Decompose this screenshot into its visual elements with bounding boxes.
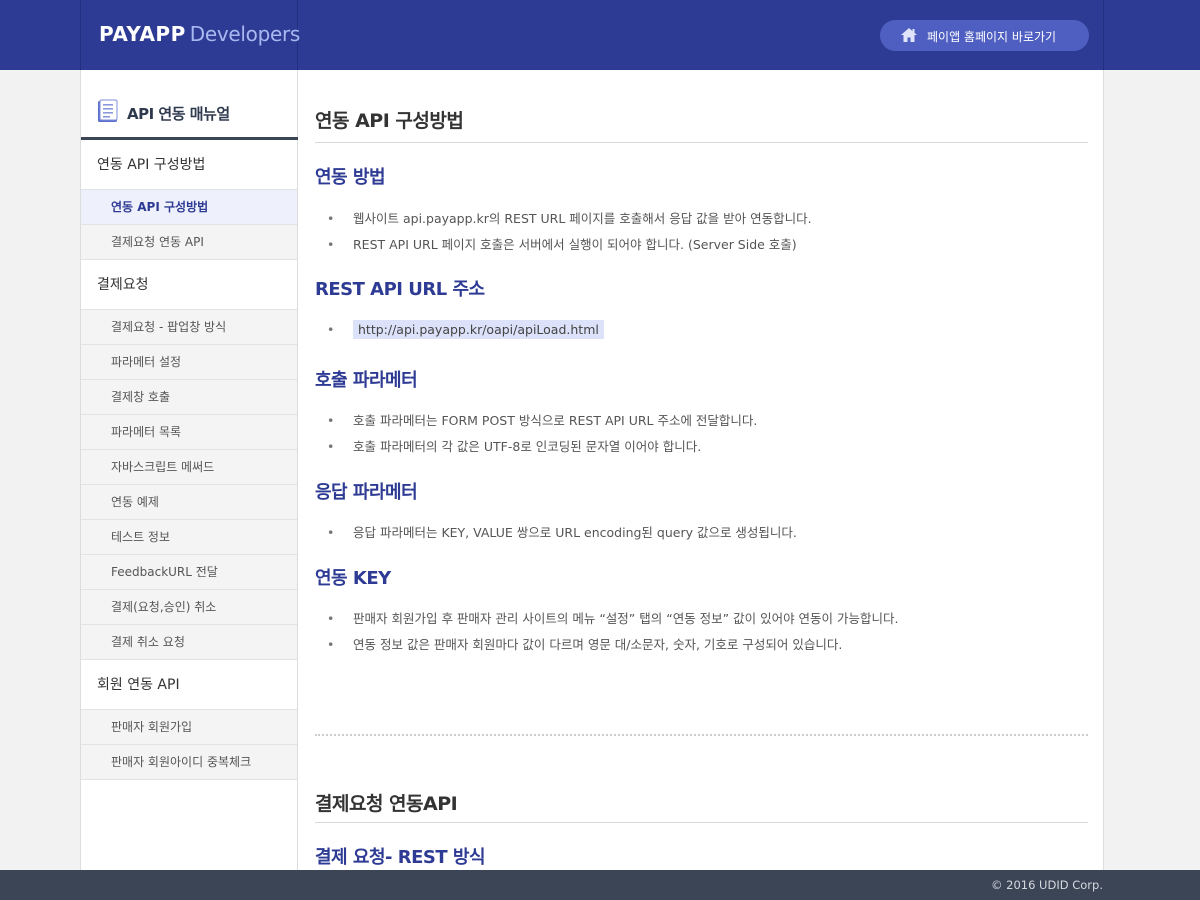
rest-api-url-link[interactable]: http://api.payapp.kr/oapi/apiLoad.html (353, 320, 604, 339)
sidebar-item-payment-window-call[interactable]: 결제창 호출 (81, 380, 297, 415)
logo-suffix: Developers (189, 22, 301, 46)
bullet-dot: • (327, 413, 335, 428)
list-item-text: 응답 파라메터는 KEY, VALUE 쌍으로 URL encoding된 qu… (353, 525, 797, 540)
section-heading-request-parameters: 호출 파라메터 (315, 370, 418, 391)
sidebar-item-parameter-settings[interactable]: 파라메터 설정 (81, 345, 297, 380)
bullet-dot: • (327, 322, 335, 337)
sidebar-item-payment-cancel-request[interactable]: 결제 취소 요청 (81, 625, 297, 660)
title-divider (315, 822, 1088, 823)
list-item: • 연동 정보 값은 판매자 회원마다 값이 다르며 영문 대/소문자, 숫자, … (327, 634, 842, 653)
list-item: • 응답 파라메터는 KEY, VALUE 쌍으로 URL encoding된 q… (327, 522, 797, 541)
sidebar-section-integration-api[interactable]: 연동 API 구성방법 (81, 140, 297, 190)
section-heading-integration-method: 연동 방법 (315, 167, 386, 188)
sidebar-item-payment-cancel[interactable]: 결제(요청,승인) 취소 (81, 590, 297, 625)
sidebar-item-integration-api-setup[interactable]: 연동 API 구성방법 (81, 190, 297, 225)
list-item: • http://api.payapp.kr/oapi/apiLoad.html (327, 320, 604, 339)
copyright-text: © 2016 UDID Corp. (990, 878, 1103, 892)
list-item-text: 호출 파라메터의 각 값은 UTF-8로 인코딩된 문자열 이어야 합니다. (353, 439, 702, 454)
list-item: • 호출 파라메터는 FORM POST 방식으로 REST API URL 주소… (327, 410, 757, 429)
bullet-dot: • (327, 237, 335, 252)
logo-brand: PAYAPP (99, 22, 186, 46)
home-button-label: 페이앱 홈페이지 바로가기 (927, 30, 1057, 44)
sidebar-item-test-info[interactable]: 테스트 정보 (81, 520, 297, 555)
sidebar: API 연동 매뉴얼 연동 API 구성방법 연동 API 구성방법 결제요청 … (81, 70, 298, 870)
payapp-developers-logo[interactable]: PAYAPP Developers (99, 22, 300, 46)
bullet-dot: • (327, 611, 335, 626)
bullet-dot: • (327, 211, 335, 226)
top-header: PAYAPP Developers 페이앱 홈페이지 바로가기 (0, 0, 1200, 70)
sidebar-item-seller-signup[interactable]: 판매자 회원가입 (81, 710, 297, 745)
footer: © 2016 UDID Corp. (0, 870, 1200, 900)
sidebar-item-seller-id-check[interactable]: 판매자 회원아이디 중복체크 (81, 745, 297, 780)
sidebar-section-member-api[interactable]: 회원 연동 API (81, 660, 297, 710)
title-divider (315, 142, 1088, 143)
section-heading-rest-api-url: REST API URL 주소 (315, 279, 485, 300)
list-item: • 판매자 회원가입 후 판매자 관리 사이트의 메뉴 “설정” 탭의 “연동 정… (327, 608, 899, 627)
bullet-dot: • (327, 439, 335, 454)
sidebar-item-feedbackurl[interactable]: FeedbackURL 전달 (81, 555, 297, 590)
sidebar-item-payment-request-api[interactable]: 결제요청 연동 API (81, 225, 297, 260)
header-inner: PAYAPP Developers 페이앱 홈페이지 바로가기 (80, 0, 1104, 70)
sidebar-title-label: API 연동 매뉴얼 (127, 105, 230, 123)
list-item: • 호출 파라메터의 각 값은 UTF-8로 인코딩된 문자열 이어야 합니다. (327, 436, 701, 455)
section-title-payment-request-api: 결제요청 연동API (315, 793, 458, 815)
sidebar-item-parameter-list[interactable]: 파라메터 목록 (81, 415, 297, 450)
section-separator (315, 734, 1088, 736)
page-title: 연동 API 구성방법 (315, 110, 464, 132)
sidebar-title: API 연동 매뉴얼 (81, 70, 298, 140)
payapp-homepage-button[interactable]: 페이앱 홈페이지 바로가기 (880, 20, 1089, 51)
section-heading-payment-request-rest: 결제 요청- REST 방식 (315, 847, 486, 868)
bullet-dot: • (327, 525, 335, 540)
manual-document-icon (98, 99, 118, 122)
sidebar-section-payment-request[interactable]: 결제요청 (81, 260, 297, 310)
sidebar-item-javascript-methods[interactable]: 자바스크립트 메써드 (81, 450, 297, 485)
list-item: • REST API URL 페이지 호출은 서버에서 실행이 되어야 합니다. … (327, 234, 797, 253)
list-item-text: 호출 파라메터는 FORM POST 방식으로 REST API URL 주소에… (353, 413, 758, 428)
section-heading-response-parameters: 응답 파라메터 (315, 482, 418, 503)
sidebar-nav: 연동 API 구성방법 연동 API 구성방법 결제요청 연동 API 결제요청… (81, 140, 297, 780)
section-heading-integration-key: 연동 KEY (315, 568, 391, 589)
page-frame: API 연동 매뉴얼 연동 API 구성방법 연동 API 구성방법 결제요청 … (80, 70, 1104, 870)
list-item-text: 연동 정보 값은 판매자 회원마다 값이 다르며 영문 대/소문자, 숫자, 기… (353, 637, 843, 652)
main-content: 연동 API 구성방법 연동 방법 • 웹사이트 api.payapp.kr의 R… (315, 70, 1088, 870)
list-item-text: 웹사이트 api.payapp.kr의 REST URL 페이지를 호출해서 응… (353, 211, 812, 226)
home-icon (901, 28, 917, 42)
sidebar-item-popup-method[interactable]: 결제요청 - 팝업창 방식 (81, 310, 297, 345)
logo-area[interactable]: PAYAPP Developers (81, 0, 300, 70)
list-item: • 웹사이트 api.payapp.kr의 REST URL 페이지를 호출해서 … (327, 208, 812, 227)
sidebar-item-integration-examples[interactable]: 연동 예제 (81, 485, 297, 520)
list-item-text: REST API URL 페이지 호출은 서버에서 실행이 되어야 합니다. (… (353, 237, 797, 252)
list-item-text: 판매자 회원가입 후 판매자 관리 사이트의 메뉴 “설정” 탭의 “연동 정보… (353, 611, 899, 626)
bullet-dot: • (327, 637, 335, 652)
